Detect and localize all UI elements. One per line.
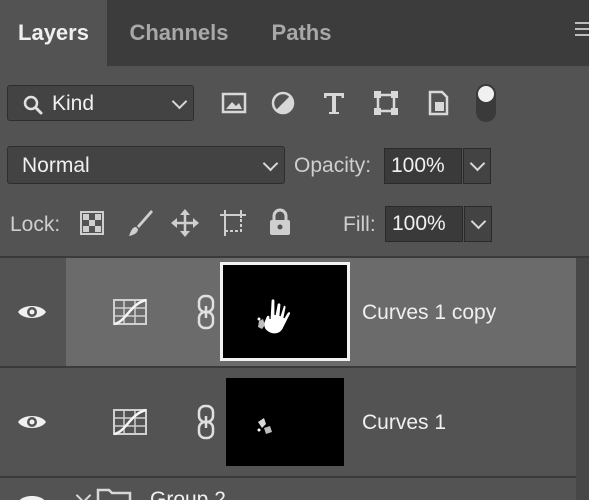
layer-name: Group 2 (150, 488, 226, 500)
layer-body[interactable]: Curves 1 copy (66, 258, 576, 366)
curves-adjustment-icon (113, 298, 147, 326)
opacity-input[interactable]: 100% (384, 148, 462, 184)
chevron-down-icon (469, 155, 486, 172)
lock-artboard-icon[interactable] (218, 208, 248, 238)
layer-row-curves-1-copy[interactable]: Curves 1 copy (0, 258, 589, 366)
shape-filter-icon[interactable] (372, 89, 400, 117)
search-icon (23, 95, 43, 115)
tab-channels[interactable]: Channels (114, 0, 244, 66)
layer-row-curves-1[interactable]: Curves 1 (0, 368, 589, 476)
tab-paths[interactable]: Paths (254, 0, 349, 66)
chevron-down-icon[interactable] (75, 487, 92, 500)
layer-visibility-toggle[interactable] (0, 258, 63, 366)
chain-link-icon[interactable] (196, 294, 216, 330)
layer-filter-row: Kind (0, 66, 589, 142)
lock-transparent-pixels-icon[interactable] (79, 210, 105, 236)
eye-icon (18, 306, 46, 318)
eye-icon (18, 416, 46, 428)
filter-kind-label: Kind (52, 92, 95, 115)
lock-all-icon[interactable] (267, 207, 293, 237)
lock-position-icon[interactable] (170, 208, 200, 238)
blend-mode-label: Normal (22, 154, 90, 177)
layer-visibility-toggle[interactable] (0, 478, 63, 500)
image-filter-icon[interactable] (220, 89, 248, 117)
lock-image-pixels-icon[interactable] (127, 208, 155, 238)
smart-object-filter-icon[interactable] (424, 89, 452, 117)
fill-label: Fill: (343, 213, 376, 236)
lock-fill-row: Lock: Fill: 100% (0, 196, 589, 256)
panel-tab-bar: Layers Channels Paths (0, 0, 589, 66)
lock-label: Lock: (10, 213, 61, 236)
panel-menu-icon[interactable] (575, 22, 589, 42)
blend-opacity-row: Normal Opacity: 100% (0, 142, 589, 190)
eye-icon (19, 496, 45, 500)
layer-body[interactable]: Group 2 (66, 478, 576, 500)
chevron-down-icon (470, 213, 487, 230)
type-filter-icon[interactable] (320, 89, 348, 117)
layer-mask-thumbnail[interactable] (220, 262, 350, 361)
layer-name: Curves 1 copy (362, 301, 497, 324)
blend-mode-select[interactable]: Normal (7, 146, 285, 184)
layer-body[interactable]: Curves 1 (66, 368, 576, 476)
fill-dropdown-button[interactable] (464, 206, 492, 242)
chevron-down-icon (262, 155, 279, 172)
layer-visibility-toggle[interactable] (0, 368, 63, 476)
chain-link-icon[interactable] (196, 404, 216, 440)
chevron-down-icon (171, 93, 188, 110)
brush-mark-icon (257, 418, 272, 434)
curves-adjustment-icon (113, 408, 147, 436)
layer-mask-thumbnail[interactable] (226, 378, 344, 466)
fill-input[interactable]: 100% (385, 206, 463, 242)
layers-scrollbar[interactable] (576, 258, 589, 500)
tab-layers[interactable]: Layers (0, 0, 107, 66)
layer-name: Curves 1 (362, 411, 447, 434)
folder-icon (96, 488, 132, 500)
hand-cursor-icon (257, 298, 292, 335)
filter-toggle-icon[interactable] (476, 84, 496, 122)
opacity-dropdown-button[interactable] (463, 148, 491, 184)
adjustment-filter-icon[interactable] (269, 89, 297, 117)
layer-row-group-2[interactable]: Group 2 (0, 478, 589, 500)
opacity-label: Opacity: (294, 154, 372, 177)
filter-kind-select[interactable]: Kind (7, 85, 194, 121)
